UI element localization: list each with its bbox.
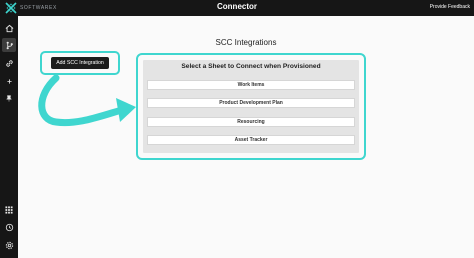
add-scc-integration-button[interactable]: Add SCC Integration (51, 57, 109, 69)
sheet-option-asset-tracker[interactable]: Asset Tracker (147, 135, 355, 145)
sheet-panel-heading: Select a Sheet to Connect when Provision… (181, 63, 321, 70)
gear-icon[interactable] (2, 238, 16, 252)
app-window: SOFTWAREX Connector Provide Feedback SCC… (0, 0, 474, 258)
grid-icon[interactable] (2, 203, 16, 217)
sheet-select-panel: Select a Sheet to Connect when Provision… (143, 60, 359, 153)
provide-feedback-link[interactable]: Provide Feedback (430, 4, 470, 10)
integrations-title: SCC Integrations (215, 38, 277, 47)
sidebar (0, 16, 18, 258)
top-bar: SOFTWAREX Connector Provide Feedback (0, 0, 474, 16)
home-icon[interactable] (2, 21, 16, 35)
sheet-option-product-development-plan[interactable]: Product Development Plan (147, 98, 355, 108)
plus-icon[interactable] (2, 74, 16, 88)
curved-arrow-icon (38, 74, 136, 127)
connector-icon[interactable] (2, 38, 16, 52)
page-title: Connector (217, 2, 257, 11)
sheet-option-work-items[interactable]: Work Items (147, 80, 355, 90)
pin-icon[interactable] (2, 91, 16, 105)
sheet-panel-highlight: Select a Sheet to Connect when Provision… (136, 53, 366, 160)
history-icon[interactable] (2, 220, 16, 234)
sheet-option-resourcing[interactable]: Resourcing (147, 117, 355, 127)
link-icon[interactable] (2, 56, 16, 70)
